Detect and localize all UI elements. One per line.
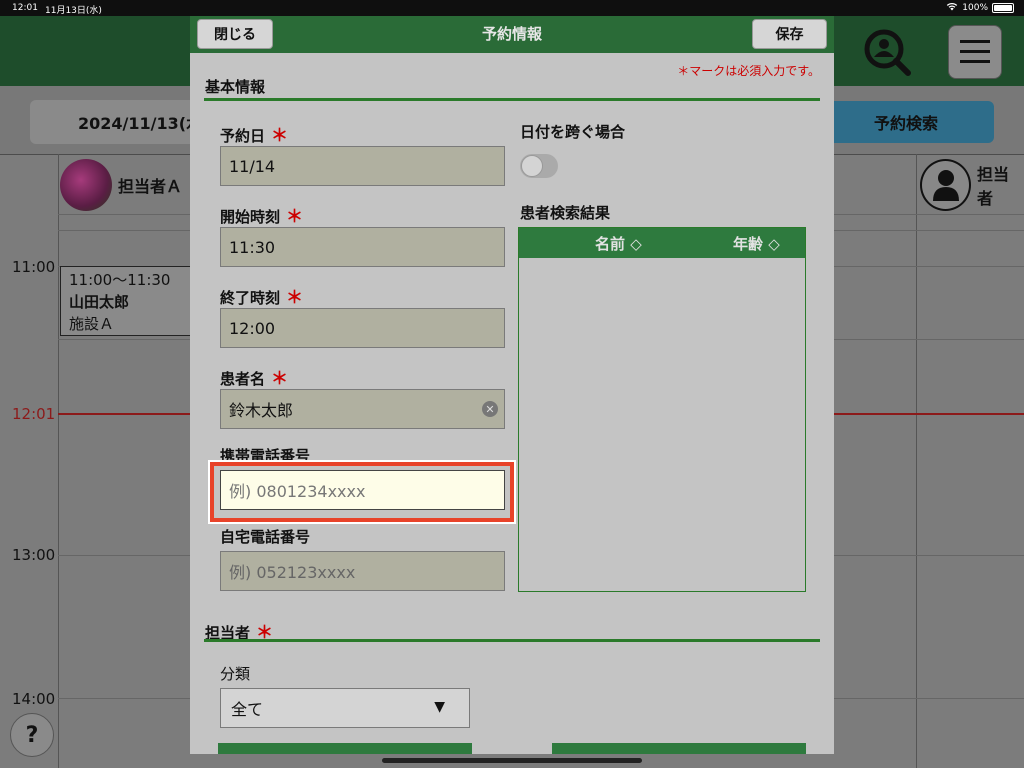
category-label: 分類 <box>220 665 251 683</box>
reservation-date-label: 予約日＊ <box>220 126 289 146</box>
required-mark: ＊ <box>286 207 304 227</box>
grid-divider <box>916 154 917 768</box>
staff-column-header[interactable]: 担当者 <box>920 156 1024 214</box>
required-note: ＊マークは必須入力です。 <box>677 64 820 78</box>
save-button[interactable]: 保存 <box>752 19 827 49</box>
sort-by-name[interactable]: 名前 ◇ <box>595 233 642 254</box>
patient-search-button[interactable] <box>860 25 914 79</box>
appointment-facility: 施設Ａ <box>69 315 115 333</box>
required-mark: ＊ <box>271 126 289 146</box>
time-label: 11:00 <box>12 258 56 276</box>
wifi-icon <box>946 2 958 14</box>
mobile-phone-input[interactable]: 例) 0801234xxxx <box>220 470 505 510</box>
staff-button[interactable] <box>218 743 472 754</box>
appointment-patient: 山田太郎 <box>69 293 130 311</box>
results-header: 名前 ◇ 年齢 ◇ <box>519 228 805 258</box>
current-time-label: 12:01 <box>12 405 56 423</box>
staff-name: 担当者 <box>977 165 1010 208</box>
cross-date-label: 日付を跨ぐ場合 <box>520 123 626 141</box>
menu-button[interactable] <box>948 25 1002 79</box>
avatar <box>60 159 112 211</box>
battery-percent: 100% <box>962 3 988 13</box>
appointment-card[interactable]: 11:00～11:30 山田太郎 施設Ａ <box>60 266 194 336</box>
end-time-label: 終了時刻＊ <box>220 288 304 308</box>
time-label: 13:00 <box>12 546 56 564</box>
reservation-date-input[interactable]: 11/14 <box>220 146 505 186</box>
hamburger-icon <box>960 40 990 63</box>
staff-button[interactable] <box>552 743 806 754</box>
section-basic-info: 基本情報 <box>205 78 266 96</box>
dropdown-arrow-icon: ▼ <box>434 699 445 715</box>
reservation-dialog: 予約情報 閉じる 保存 ＊マークは必須入力です。 基本情報 予約日＊ 11/14… <box>190 16 834 754</box>
category-select[interactable]: 全て ▼ <box>220 688 470 728</box>
appointment-time: 11:00～11:30 <box>69 271 171 289</box>
start-time-label: 開始時刻＊ <box>220 207 304 227</box>
help-button[interactable]: ? <box>10 713 54 757</box>
clear-icon[interactable]: ✕ <box>482 401 498 417</box>
time-label: 14:00 <box>12 690 56 708</box>
status-date: 11月13日(水) <box>45 6 102 16</box>
patient-name-label: 患者名＊ <box>220 369 289 389</box>
reservation-search-button[interactable]: 予約検索 <box>818 101 994 143</box>
staff-name: 担当者Ａ <box>118 177 183 196</box>
category-value: 全て <box>231 700 264 719</box>
patient-name-input[interactable]: 鈴木太郎 ✕ <box>220 389 505 429</box>
staff-column-header[interactable]: 担当者Ａ <box>60 156 182 214</box>
patient-results-table: 名前 ◇ 年齢 ◇ <box>518 227 806 592</box>
required-mark: ＊ <box>271 369 289 389</box>
end-time-input[interactable]: 12:00 <box>220 308 505 348</box>
patient-name-value: 鈴木太郎 <box>229 401 294 420</box>
battery-icon <box>992 3 1014 13</box>
sort-by-age[interactable]: 年齢 ◇ <box>733 233 780 254</box>
status-time: 12:01 <box>12 3 38 13</box>
home-phone-label: 自宅電話番号 <box>220 528 311 546</box>
close-button[interactable]: 閉じる <box>197 19 273 49</box>
start-time-input[interactable]: 11:30 <box>220 227 505 267</box>
patient-results-label: 患者検索結果 <box>520 204 611 222</box>
required-mark: ＊ <box>286 288 304 308</box>
section-divider <box>204 98 820 101</box>
dialog-title: 予約情報 <box>481 25 542 43</box>
status-bar: 12:01 11月13日(水) 100% <box>0 0 1024 16</box>
grid-divider <box>58 154 59 768</box>
date-selector-button[interactable]: 2024/11/13(水 <box>30 100 200 144</box>
home-indicator <box>382 758 642 763</box>
user-search-icon <box>864 29 911 76</box>
section-divider <box>204 639 820 642</box>
cross-date-toggle[interactable] <box>520 154 558 178</box>
person-icon <box>920 159 971 211</box>
home-phone-input[interactable]: 例) 052123xxxx <box>220 551 505 591</box>
